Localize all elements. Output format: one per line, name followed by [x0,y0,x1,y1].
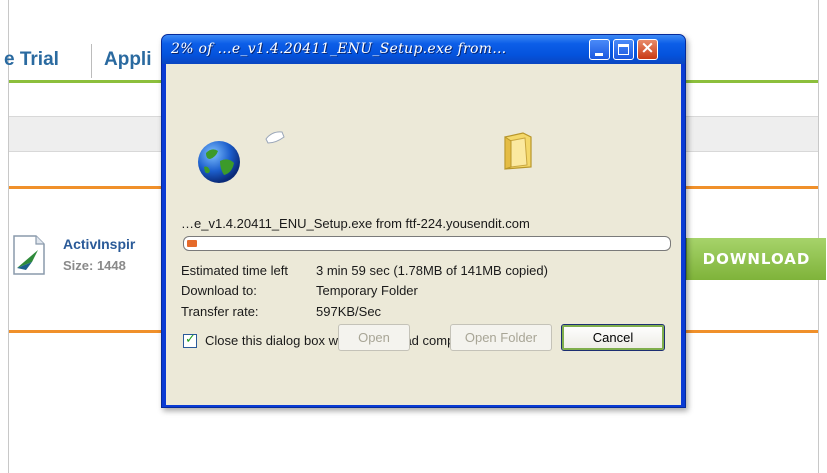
file-size: Size: 1448 [63,258,126,273]
progress-fill [187,240,197,247]
file-document-icon [13,235,45,275]
tab-applications[interactable]: Appli [104,49,164,71]
maximize-icon[interactable] [613,39,634,60]
transfer-rate-label: Transfer rate: [181,304,259,319]
flying-paper-icon [265,131,285,144]
close-icon[interactable]: × [637,38,658,60]
minimize-icon[interactable] [589,39,610,60]
download-dialog: 2% of …e_v1.4.20411_ENU_Setup.exe from… … [161,34,686,408]
download-progress-bar [183,236,671,251]
download-to-value: Temporary Folder [316,283,418,298]
close-when-done-checkbox[interactable] [183,332,197,348]
file-name-link[interactable]: ActivInspir [63,236,163,252]
download-button[interactable]: DOWNLOAD [686,238,826,280]
open-folder-button[interactable]: Open Folder [450,324,552,351]
folder-icon [504,132,532,170]
tab-divider [91,44,92,78]
estimated-time-value: 3 min 59 sec (1.78MB of 141MB copied) [316,263,548,278]
dialog-title-bar[interactable]: 2% of …e_v1.4.20411_ENU_Setup.exe from… … [162,35,685,64]
dialog-body: …e_v1.4.20411_ENU_Setup.exe from ftf-224… [166,64,681,405]
globe-icon [198,141,240,183]
cancel-button[interactable]: Cancel [561,324,665,351]
open-button[interactable]: Open [338,324,410,351]
page-border-right [818,0,819,473]
tab-trial[interactable]: e Trial [4,49,59,71]
download-source: …e_v1.4.20411_ENU_Setup.exe from ftf-224… [181,216,530,231]
dialog-title: 2% of …e_v1.4.20411_ENU_Setup.exe from… [171,41,507,57]
transfer-rate-value: 597KB/Sec [316,304,382,319]
estimated-time-label: Estimated time left [181,263,288,278]
download-to-label: Download to: [181,283,257,298]
